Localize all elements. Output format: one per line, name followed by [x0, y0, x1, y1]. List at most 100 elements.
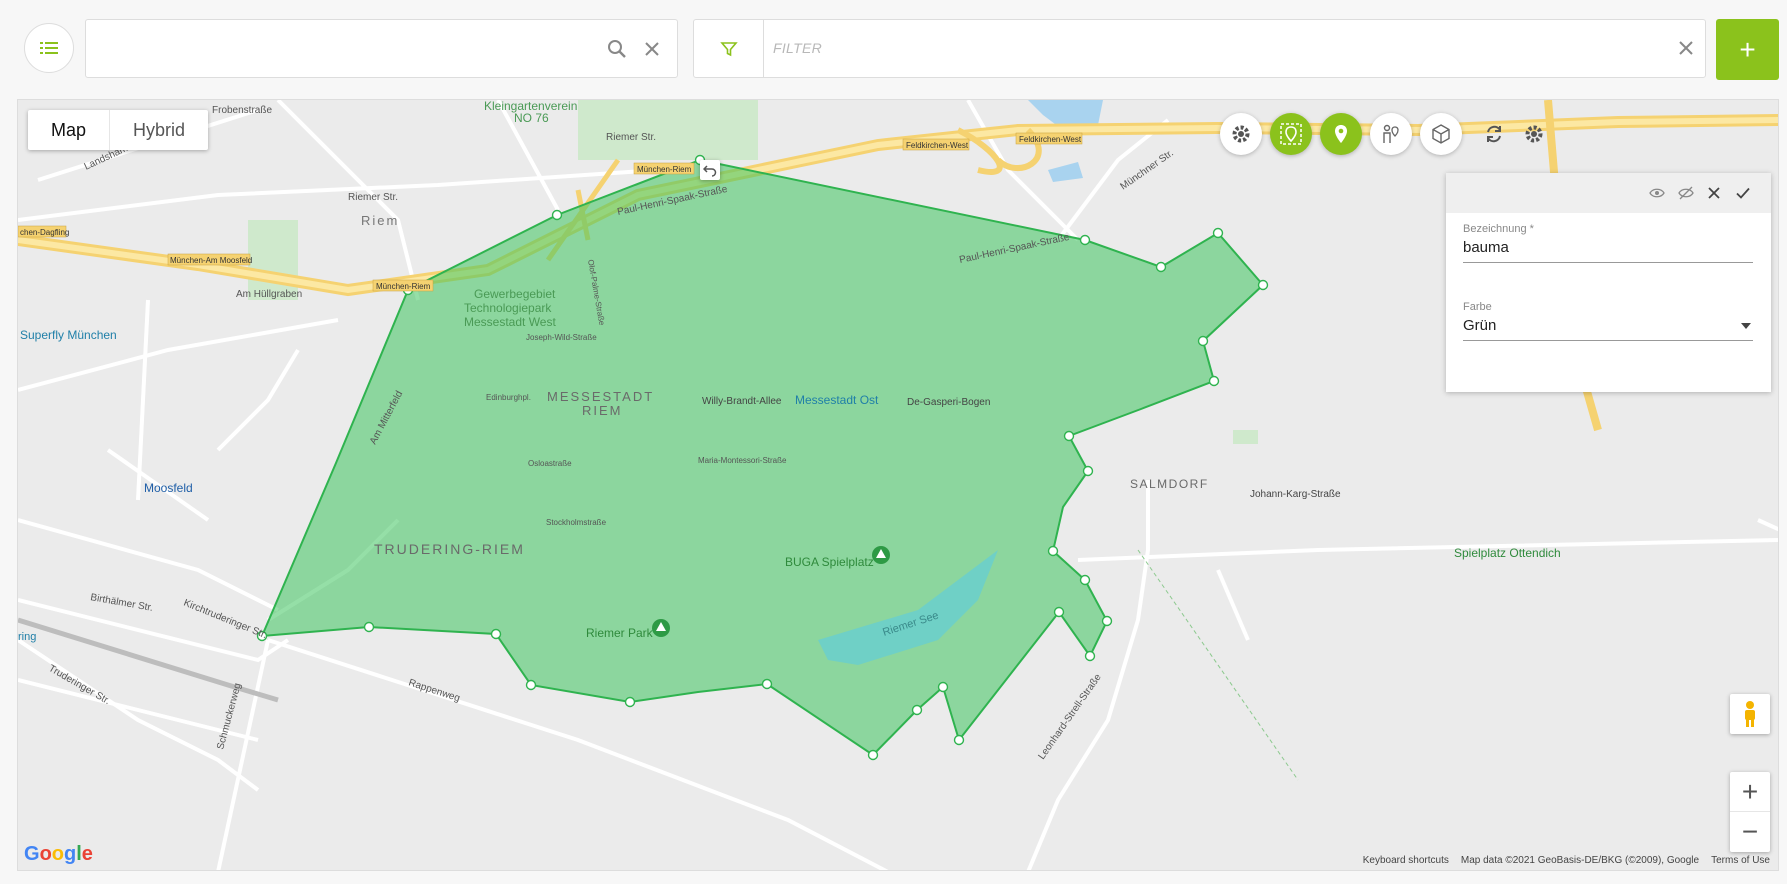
- map-label: Riemer Park: [586, 626, 654, 640]
- map-label: BUGA Spielplatz: [785, 555, 874, 569]
- filter-clear-icon[interactable]: [1675, 37, 1697, 59]
- filter-icon: [719, 41, 738, 56]
- farbe-field[interactable]: Farbe Grün: [1463, 301, 1753, 341]
- map-label: Schmuckerweg: [215, 682, 243, 751]
- gear-icon: [1232, 125, 1250, 143]
- edit-panel: Bezeichnung * bauma Farbe Grün: [1446, 173, 1771, 392]
- park-area: [248, 220, 298, 300]
- map-label: Riemer Str.: [348, 192, 398, 203]
- map-marker-icon: [1335, 125, 1347, 143]
- close-icon[interactable]: [1705, 184, 1723, 202]
- map-label: Willy-Brandt-Allee: [702, 396, 782, 407]
- map-type-map[interactable]: Map: [28, 110, 111, 150]
- marker-button[interactable]: [1320, 113, 1362, 155]
- search-input[interactable]: [85, 19, 678, 78]
- park-area: [1233, 430, 1258, 444]
- top-bar: FILTER +: [0, 0, 1787, 96]
- filter-placeholder: FILTER: [773, 40, 822, 56]
- google-logo: Google: [24, 843, 93, 865]
- settings-button[interactable]: [1220, 113, 1262, 155]
- filter-button[interactable]: [694, 20, 764, 77]
- map-attribution: Keyboard shortcuts Map data ©2021 GeoBas…: [1363, 855, 1770, 866]
- panel-header: [1446, 173, 1771, 213]
- farbe-label: Farbe: [1463, 301, 1492, 313]
- map-type-control: Map Hybrid: [28, 110, 209, 150]
- map-settings-button[interactable]: [1513, 113, 1555, 155]
- map-label: Rappenweg: [407, 677, 461, 704]
- map-label: München-Riem: [637, 165, 692, 174]
- close-icon[interactable]: [641, 38, 663, 60]
- map-label: TRUDERING-RIEM: [374, 541, 525, 557]
- map-label: NO 76: [514, 111, 549, 125]
- map-label: Superfly München: [20, 328, 117, 342]
- park-area: [578, 100, 758, 160]
- map-label: München-Am Moosfeld: [170, 256, 252, 265]
- map-label: Am Hüllgraben: [236, 289, 302, 300]
- map-label: chen-Dagfling: [20, 228, 69, 237]
- farbe-selected-value: Grün: [1463, 317, 1497, 334]
- map-label: Messestadt Ost: [795, 393, 879, 407]
- map-label: Moosfeld: [144, 481, 193, 495]
- list-menu-button[interactable]: [24, 23, 74, 73]
- map-label: Maria-Montessori-Straße: [698, 456, 787, 465]
- undo-vertex-button[interactable]: [700, 160, 720, 180]
- 3d-view-button[interactable]: [1420, 113, 1462, 155]
- farbe-select[interactable]: Grün: [1463, 317, 1753, 341]
- bezeichnung-field[interactable]: Bezeichnung * bauma: [1463, 223, 1753, 263]
- map-label: Stockholmstraße: [546, 518, 607, 527]
- pegman-icon: [1745, 701, 1755, 727]
- caret-down-icon: [1741, 323, 1751, 329]
- map-label: RIEM: [582, 403, 623, 418]
- lake: [1048, 162, 1083, 182]
- map-type-hybrid[interactable]: Hybrid: [110, 110, 208, 150]
- map-label: MESSESTADT: [547, 389, 654, 404]
- keyboard-shortcuts-link[interactable]: Keyboard shortcuts: [1363, 855, 1449, 866]
- person-location-button[interactable]: [1370, 113, 1412, 155]
- search-icon[interactable]: [606, 38, 628, 60]
- map-label: Edinburghpl.: [486, 393, 531, 402]
- add-button[interactable]: +: [1716, 19, 1779, 80]
- map-label: Feldkirchen-West: [1019, 135, 1082, 144]
- map-label: Birthälmer Str.: [89, 592, 153, 614]
- list-icon: [40, 42, 58, 54]
- map-label: De-Gasperi-Bogen: [907, 397, 990, 408]
- map-label: München-Riem: [376, 282, 431, 291]
- map-label: Kirchtruderinger Str.: [182, 598, 269, 642]
- zoom-out-button[interactable]: −: [1730, 812, 1770, 852]
- eye-off-icon[interactable]: [1677, 184, 1695, 202]
- person-pin-icon: [1383, 124, 1399, 143]
- map-label: Frobenstraße: [212, 105, 272, 116]
- zoom-control: + −: [1730, 772, 1770, 852]
- map-label: Technologiepark: [464, 301, 552, 315]
- bezeichnung-input[interactable]: bauma: [1463, 239, 1753, 263]
- path: [1137, 549, 1299, 781]
- check-icon[interactable]: [1734, 184, 1752, 202]
- terms-link[interactable]: Terms of Use: [1711, 855, 1770, 866]
- map-label: ring: [18, 631, 36, 643]
- map-label: Feldkirchen-West: [906, 141, 969, 150]
- street-view-button[interactable]: [1730, 694, 1770, 734]
- map-label: Riemer Str.: [606, 132, 656, 143]
- area-marker-icon: [1280, 123, 1302, 145]
- map-label: Johann-Karg-Straße: [1250, 489, 1341, 500]
- map-label: Truderinger Str.: [47, 663, 112, 707]
- map-data-text: Map data ©2021 GeoBasis-DE/BKG (©2009), …: [1460, 855, 1700, 866]
- cube-icon: [1432, 124, 1450, 144]
- map-label: SALMDORF: [1130, 477, 1209, 491]
- select-area-button[interactable]: [1270, 113, 1312, 155]
- map-label: Osloastraße: [528, 459, 572, 468]
- map-label: Joseph-Wild-Straße: [526, 333, 597, 342]
- undo-icon: [703, 165, 717, 177]
- map-label: Leonhard-Strell-Straße: [1036, 672, 1104, 762]
- filter-input[interactable]: FILTER: [693, 19, 1706, 78]
- eye-icon[interactable]: [1648, 184, 1666, 202]
- map-view[interactable]: Kleingartenverein NO 76 Riemer Str. Riem…: [17, 99, 1779, 871]
- bezeichnung-label: Bezeichnung *: [1463, 223, 1534, 235]
- map-label: Messestadt West: [464, 315, 556, 329]
- map-label: Gewerbegebiet: [474, 287, 556, 301]
- map-label: Spielplatz Ottendich: [1454, 546, 1561, 560]
- map-label: Riem: [361, 213, 399, 228]
- zoom-in-button[interactable]: +: [1730, 772, 1770, 812]
- refresh-icon: [1487, 125, 1501, 143]
- refresh-button[interactable]: [1473, 113, 1515, 155]
